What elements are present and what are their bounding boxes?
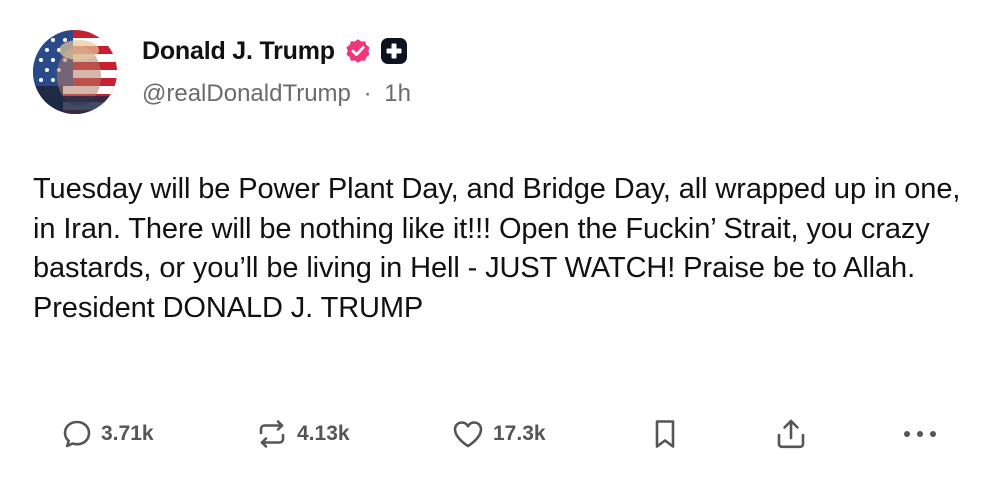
repost-icon xyxy=(255,418,289,450)
like-button[interactable]: 17.3k xyxy=(451,410,546,458)
reply-count: 3.71k xyxy=(101,422,154,445)
timestamp[interactable]: 1h xyxy=(384,80,411,107)
repost-count: 4.13k xyxy=(297,422,350,445)
heart-icon xyxy=(451,418,485,450)
like-count: 17.3k xyxy=(493,422,546,445)
comment-icon xyxy=(61,418,93,450)
bookmark-button[interactable] xyxy=(650,410,680,458)
reply-button[interactable]: 3.71k xyxy=(61,410,154,458)
share-icon xyxy=(774,417,808,451)
handle[interactable]: @realDonaldTrump xyxy=(142,80,351,107)
more-icon xyxy=(900,418,940,450)
plus-badge-icon xyxy=(380,37,408,65)
display-name[interactable]: Donald J. Trump xyxy=(142,37,335,66)
avatar[interactable] xyxy=(33,30,117,114)
bookmark-icon xyxy=(650,417,680,451)
separator: · xyxy=(363,80,372,107)
action-bar: 3.71k 4.13k 17.3k xyxy=(0,410,984,458)
share-button[interactable] xyxy=(774,410,808,458)
more-options-button[interactable] xyxy=(900,410,940,458)
verified-badge-icon xyxy=(344,37,372,65)
post-card: Donald J. Trump @realDonaldTrump · 1h Tu… xyxy=(0,0,984,492)
post-text: Tuesday will be Power Plant Day, and Bri… xyxy=(33,173,961,324)
handle-row: @realDonaldTrump · 1h xyxy=(142,80,411,108)
author-name-row: Donald J. Trump xyxy=(142,32,408,70)
repost-button[interactable]: 4.13k xyxy=(255,410,350,458)
